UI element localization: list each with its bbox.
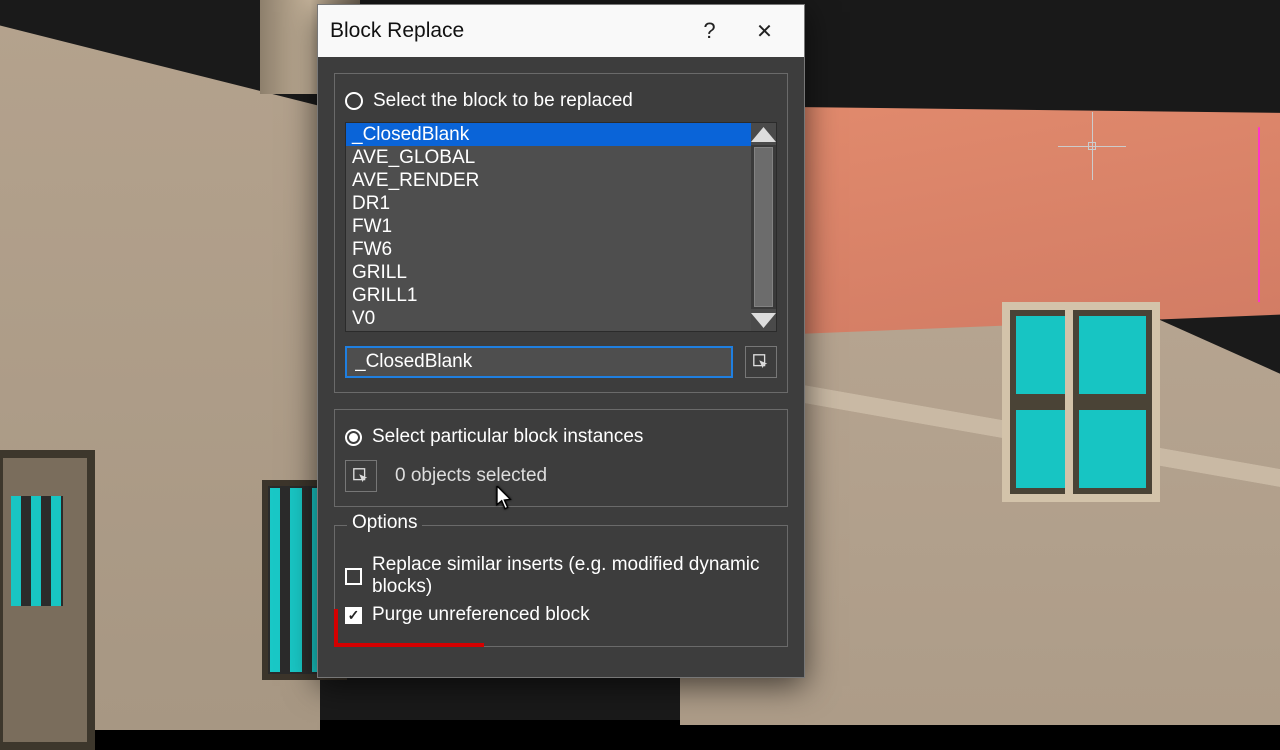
- group-select-instances: Select particular block instances 0 obje…: [334, 409, 788, 507]
- pick-instances-button[interactable]: [345, 460, 377, 492]
- door-left: [0, 450, 95, 750]
- radio-icon: [345, 429, 362, 446]
- list-item[interactable]: AVE_GLOBAL: [346, 146, 751, 169]
- radio-select-block-label: Select the block to be replaced: [373, 90, 633, 112]
- list-item[interactable]: GRILL1: [346, 284, 751, 307]
- options-legend: Options: [347, 512, 422, 534]
- radio-select-block[interactable]: Select the block to be replaced: [345, 90, 777, 112]
- dialog-title: Block Replace: [330, 19, 682, 43]
- list-item[interactable]: FW1: [346, 215, 751, 238]
- checkbox-replace-similar[interactable]: Replace similar inserts (e.g. modified d…: [345, 554, 777, 598]
- block-replace-dialog: Block Replace ? ✕ Select the block to be…: [317, 4, 805, 678]
- checkbox-replace-similar-label: Replace similar inserts (e.g. modified d…: [372, 554, 777, 598]
- checkbox-icon: [345, 607, 362, 624]
- close-button[interactable]: ✕: [737, 5, 792, 57]
- list-item[interactable]: V0: [346, 307, 751, 330]
- list-item[interactable]: AVE_RENDER: [346, 169, 751, 192]
- scroll-thumb[interactable]: [754, 147, 773, 307]
- radio-select-instances-label: Select particular block instances: [372, 426, 643, 448]
- list-item[interactable]: V2: [346, 330, 751, 331]
- radio-icon: [345, 92, 363, 110]
- help-button[interactable]: ?: [682, 5, 737, 57]
- checkbox-icon: [345, 568, 362, 585]
- list-item[interactable]: FW6: [346, 238, 751, 261]
- list-item[interactable]: _ClosedBlank: [346, 123, 751, 146]
- scroll-down-icon[interactable]: [751, 309, 776, 331]
- objects-selected-label: 0 objects selected: [395, 465, 547, 487]
- checkbox-purge-unref-label: Purge unreferenced block: [372, 604, 590, 626]
- checkbox-purge-unref[interactable]: Purge unreferenced block: [345, 604, 777, 626]
- block-name-input[interactable]: [345, 346, 733, 378]
- pick-block-button[interactable]: [745, 346, 777, 378]
- scrollbar[interactable]: [751, 123, 776, 331]
- window-right-b: [1065, 302, 1160, 502]
- group-options: Options Replace similar inserts (e.g. mo…: [334, 525, 788, 647]
- titlebar[interactable]: Block Replace ? ✕: [318, 5, 804, 57]
- list-item[interactable]: GRILL: [346, 261, 751, 284]
- scroll-up-icon[interactable]: [751, 123, 776, 145]
- group-select-block: Select the block to be replaced _ClosedB…: [334, 73, 788, 393]
- list-item[interactable]: DR1: [346, 192, 751, 215]
- block-listbox[interactable]: _ClosedBlankAVE_GLOBALAVE_RENDERDR1FW1FW…: [345, 122, 777, 332]
- radio-select-instances[interactable]: Select particular block instances: [345, 426, 777, 448]
- scroll-track[interactable]: [751, 145, 776, 309]
